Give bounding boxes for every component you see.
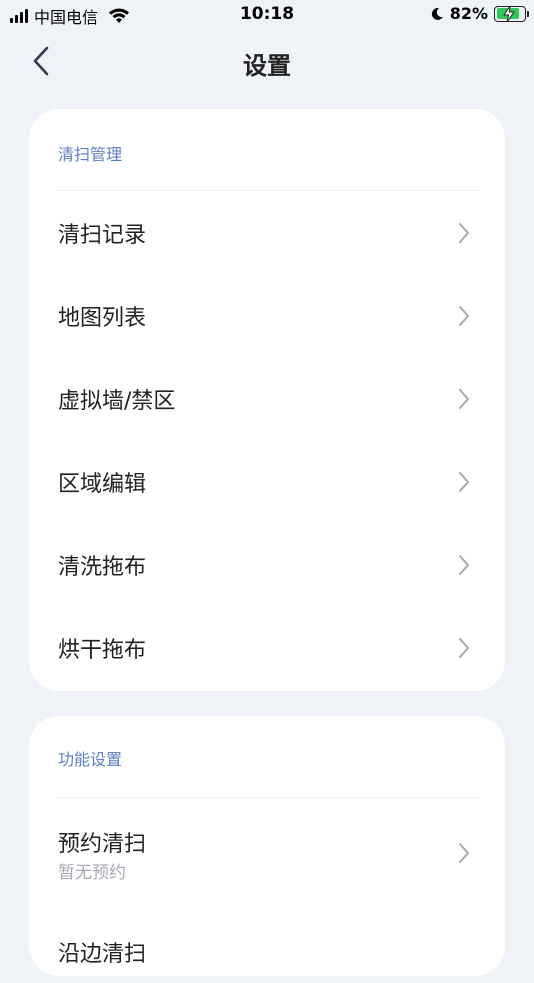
chevron-right-icon xyxy=(459,638,469,658)
status-right: 82% xyxy=(430,4,529,23)
chevron-right-icon xyxy=(459,843,469,863)
battery-percent: 82% xyxy=(449,4,488,23)
cleaning-management-card: 清扫管理 清扫记录 地图列表 虚拟墙/禁区 区域编辑 清洗拖布 烘干拖布 xyxy=(29,109,505,691)
menu-item-wash-mop[interactable]: 清洗拖布 xyxy=(29,523,505,606)
section-divider xyxy=(58,797,478,798)
menu-item-edge-cleaning[interactable]: 沿边清扫 xyxy=(29,900,505,983)
menu-item-label: 虚拟墙/禁区 xyxy=(58,389,176,414)
menu-item-label: 烘干拖布 xyxy=(58,638,147,663)
chevron-right-icon xyxy=(459,389,469,409)
status-bar: 中国电信 10:18 82% xyxy=(0,0,534,32)
menu-item-label: 清扫记录 xyxy=(58,223,147,248)
chevron-right-icon xyxy=(459,306,469,326)
menu-item-label: 区域编辑 xyxy=(58,472,147,497)
menu-item-label: 预约清扫 xyxy=(58,832,147,857)
menu-item-label: 沿边清扫 xyxy=(58,942,147,967)
page-title: 设置 xyxy=(243,52,291,80)
nav-bar: 设置 xyxy=(0,38,534,86)
chevron-right-icon xyxy=(459,555,469,575)
menu-item-label: 清洗拖布 xyxy=(58,555,147,580)
menu-item-label: 地图列表 xyxy=(58,306,147,331)
menu-item-sublabel: 暂无预约 xyxy=(58,863,126,883)
menu-item-dry-mop[interactable]: 烘干拖布 xyxy=(29,606,505,689)
moon-icon xyxy=(431,7,443,20)
menu-item-zone-edit[interactable]: 区域编辑 xyxy=(29,440,505,523)
menu-item-virtual-wall[interactable]: 虚拟墙/禁区 xyxy=(29,357,505,440)
section-title-feature-settings: 功能设置 xyxy=(58,750,123,769)
battery-icon xyxy=(494,5,529,22)
menu-item-scheduled-cleaning[interactable]: 预约清扫 暂无预约 xyxy=(29,806,505,900)
feature-settings-card: 功能设置 预约清扫 暂无预约 沿边清扫 xyxy=(29,716,505,976)
menu-item-cleaning-records[interactable]: 清扫记录 xyxy=(29,191,505,274)
chevron-right-icon xyxy=(459,472,469,492)
menu-item-map-list[interactable]: 地图列表 xyxy=(29,274,505,357)
charging-bolt-icon xyxy=(503,5,515,22)
section-title-cleaning-management: 清扫管理 xyxy=(58,145,123,164)
chevron-right-icon xyxy=(459,223,469,243)
